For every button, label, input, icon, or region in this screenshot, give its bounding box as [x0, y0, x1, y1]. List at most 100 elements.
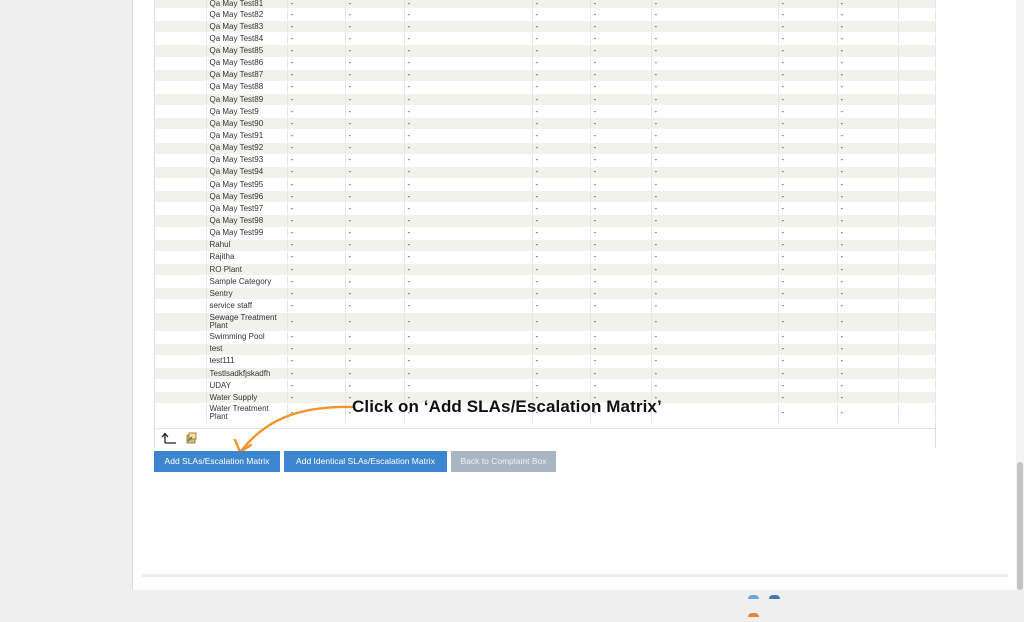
- table-row: Testlsadkfjskadfh - - - - - - - -: [155, 367, 936, 381]
- table-row: Qa May Test87- - - - - - - -: [155, 69, 936, 82]
- row-end-cell: [898, 142, 936, 155]
- add-identical-sla-button[interactable]: Add Identical SLAs/Escalation Matrix: [284, 451, 447, 472]
- category-name-cell: Rahul: [206, 239, 288, 252]
- value-cell: -: [345, 251, 405, 264]
- scrollbar-thumb[interactable]: [1017, 462, 1023, 590]
- value-cell: -: [404, 202, 533, 216]
- value-cell: -: [651, 93, 779, 107]
- value-cell: -: [837, 154, 899, 167]
- value-cell: -: [532, 57, 591, 70]
- row-spacer-cell: [155, 202, 207, 216]
- value-cell: -: [404, 178, 533, 192]
- table-row: Qa May Test90- - - - - - - -: [155, 117, 936, 131]
- value-cell: -: [532, 343, 591, 356]
- row-end-cell: [898, 81, 936, 94]
- value-cell: -: [404, 129, 533, 143]
- row-spacer-cell: [155, 44, 207, 58]
- value-cell: -: [345, 0, 405, 9]
- row-spacer-cell: [155, 312, 207, 332]
- value-cell: -: [404, 105, 533, 119]
- category-name-cell: Qa May Test94: [206, 166, 288, 179]
- back-to-complaint-box-button[interactable]: Back to Complaint Box: [451, 451, 556, 472]
- value-cell: -: [404, 312, 533, 332]
- row-spacer-cell: [155, 367, 207, 381]
- value-cell: -: [837, 214, 899, 228]
- value-cell: -: [287, 20, 346, 34]
- value-cell: -: [345, 287, 405, 301]
- social-icon-1[interactable]: [748, 595, 759, 599]
- category-name-cell: Qa May Test86: [206, 57, 288, 70]
- value-cell: -: [532, 8, 591, 22]
- value-cell: -: [590, 190, 652, 204]
- value-cell: -: [837, 32, 899, 46]
- value-cell: -: [837, 57, 899, 70]
- value-cell: -: [590, 81, 652, 94]
- value-cell: -: [590, 154, 652, 167]
- value-cell: -: [287, 178, 346, 192]
- value-cell: -: [532, 0, 591, 9]
- value-cell: -: [837, 69, 899, 82]
- row-spacer-cell: [155, 379, 207, 393]
- value-cell: -: [778, 81, 838, 94]
- row-spacer-cell: [155, 391, 207, 405]
- value-cell: -: [532, 355, 591, 368]
- value-cell: -: [778, 312, 838, 332]
- row-spacer-cell: [155, 8, 207, 22]
- value-cell: -: [345, 299, 405, 313]
- footer-divider: [142, 574, 1008, 577]
- value-cell: -: [590, 20, 652, 34]
- value-cell: -: [590, 129, 652, 143]
- row-end-cell: [898, 239, 936, 252]
- table-row: Rahul - - - - - - - -: [155, 239, 936, 252]
- value-cell: -: [287, 190, 346, 204]
- value-cell: -: [532, 154, 591, 167]
- value-cell: -: [287, 355, 346, 368]
- value-cell: -: [404, 214, 533, 228]
- value-cell: -: [287, 263, 346, 277]
- value-cell: -: [404, 0, 533, 9]
- value-cell: -: [778, 355, 838, 368]
- row-spacer-cell: [155, 355, 207, 368]
- value-cell: -: [651, 190, 779, 204]
- value-cell: -: [287, 32, 346, 46]
- value-cell: -: [404, 343, 533, 356]
- row-spacer-cell: [155, 81, 207, 94]
- value-cell: -: [287, 129, 346, 143]
- table-row: Qa May Test94- - - - - - - -: [155, 166, 936, 179]
- table-row: Qa May Test95- - - - - - - -: [155, 178, 936, 192]
- social-icon-3[interactable]: [748, 613, 759, 617]
- value-cell: -: [590, 117, 652, 131]
- value-cell: -: [532, 299, 591, 313]
- category-name-cell: Testlsadkfjskadfh: [206, 367, 288, 381]
- social-icon-2[interactable]: [769, 595, 781, 599]
- value-cell: -: [651, 312, 779, 332]
- value-cell: -: [345, 202, 405, 216]
- value-cell: -: [287, 105, 346, 119]
- value-cell: -: [651, 251, 779, 264]
- value-cell: -: [345, 263, 405, 277]
- row-end-cell: [898, 69, 936, 82]
- value-cell: -: [837, 263, 899, 277]
- value-cell: -: [590, 69, 652, 82]
- row-end-cell: [898, 263, 936, 277]
- value-cell: -: [404, 367, 533, 381]
- scroll-top-icon[interactable]: [161, 432, 177, 445]
- value-cell: -: [778, 20, 838, 34]
- value-cell: -: [590, 331, 652, 344]
- row-spacer-cell: [155, 263, 207, 277]
- category-name-cell: Sample Category: [206, 275, 288, 289]
- value-cell: -: [837, 8, 899, 22]
- row-spacer-cell: [155, 0, 207, 9]
- value-cell: -: [778, 379, 838, 393]
- value-cell: -: [837, 343, 899, 356]
- add-sla-button[interactable]: Add SLAs/Escalation Matrix: [154, 451, 280, 472]
- export-icon[interactable]: [185, 432, 197, 444]
- row-end-cell: [898, 166, 936, 179]
- value-cell: -: [590, 227, 652, 240]
- value-cell: -: [532, 379, 591, 393]
- value-cell: -: [778, 69, 838, 82]
- row-spacer-cell: [155, 117, 207, 131]
- value-cell: -: [651, 214, 779, 228]
- value-cell: -: [287, 142, 346, 155]
- table-row: Qa May Test9- - - - - - - -: [155, 105, 936, 119]
